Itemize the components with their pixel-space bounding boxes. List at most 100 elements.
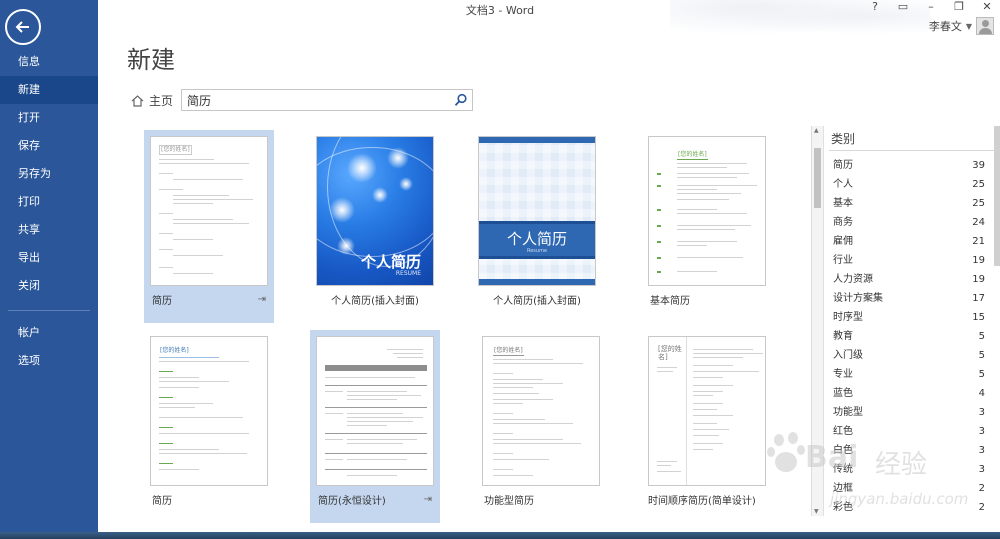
category-item[interactable]: 个人 25 bbox=[825, 175, 995, 194]
template-card[interactable]: [您的姓名] 基本简历 bbox=[642, 130, 772, 323]
help-button[interactable]: ? bbox=[868, 0, 882, 13]
nav-export[interactable]: 导出 bbox=[0, 244, 98, 272]
minimize-button[interactable]: – bbox=[924, 0, 938, 13]
category-scrollbar[interactable]: ▲ ▼ bbox=[812, 126, 824, 516]
template-name: 基本简历 bbox=[650, 296, 690, 307]
cover-title: 个人简历 bbox=[360, 253, 421, 271]
template-thumbnail: [您的姓名] bbox=[150, 136, 268, 286]
backstage-sidebar: 信息 新建 打开 保存 另存为 打印 共享 导出 关闭 帐户 选项 bbox=[0, 0, 98, 532]
scroll-up-icon[interactable]: ▲ bbox=[814, 127, 819, 134]
category-item[interactable]: 行业 19 bbox=[825, 251, 995, 270]
category-count: 3 bbox=[978, 426, 985, 437]
thumb-heading: [您的姓名] bbox=[658, 345, 682, 361]
thumb-heading: [您的姓名] bbox=[493, 347, 524, 356]
template-thumbnail: [您的姓名] bbox=[150, 336, 268, 486]
nav-options[interactable]: 选项 bbox=[0, 347, 98, 375]
template-card[interactable]: 个人简历 Resume 个人简历(插入封面) bbox=[472, 130, 602, 323]
user-name: 李春文 bbox=[928, 20, 962, 33]
category-item[interactable]: 蓝色 4 bbox=[825, 384, 995, 403]
template-card[interactable]: [您的姓名] 简历 bbox=[144, 330, 274, 523]
search-icon[interactable] bbox=[454, 93, 468, 107]
category-count: 5 bbox=[978, 331, 985, 342]
category-count: 39 bbox=[972, 160, 985, 171]
nav-save-as[interactable]: 另存为 bbox=[0, 160, 98, 188]
category-label: 彩色 bbox=[833, 502, 853, 513]
category-title: 类别 bbox=[831, 132, 856, 146]
template-name: 时间顺序简历(简单设计) bbox=[648, 496, 756, 507]
windows-taskbar bbox=[0, 532, 1000, 539]
template-card[interactable]: 个人简历 RESUME 个人简历(插入封面) bbox=[310, 130, 440, 323]
category-item[interactable]: 边框 2 bbox=[825, 479, 995, 498]
category-item[interactable]: 人力资源 19 bbox=[825, 270, 995, 289]
category-count: 4 bbox=[978, 388, 985, 399]
category-count: 17 bbox=[972, 293, 985, 304]
category-count: 2 bbox=[978, 502, 985, 513]
user-account[interactable]: 李春文 ▼ bbox=[929, 17, 994, 35]
template-card[interactable]: [您的姓名] 功能型简历 bbox=[476, 330, 606, 523]
maximize-button[interactable]: ❐ bbox=[952, 0, 966, 13]
category-item[interactable]: 简历 39 bbox=[825, 156, 995, 175]
pin-icon[interactable]: ⇥ bbox=[424, 494, 432, 505]
category-item[interactable]: 商务 24 bbox=[825, 213, 995, 232]
cover-artwork: 个人简历 RESUME bbox=[317, 137, 433, 285]
back-button[interactable] bbox=[5, 9, 41, 45]
nav-account[interactable]: 帐户 bbox=[0, 319, 98, 347]
close-button[interactable]: ✕ bbox=[980, 0, 994, 13]
category-label: 红色 bbox=[833, 426, 853, 437]
category-count: 19 bbox=[972, 274, 985, 285]
scrollbar-thumb[interactable] bbox=[814, 148, 821, 208]
category-item[interactable]: 传统 3 bbox=[825, 460, 995, 479]
template-card[interactable]: [您的姓名] 时间顺序简历(简单设计) bbox=[642, 330, 772, 523]
category-item[interactable]: 入门级 5 bbox=[825, 346, 995, 365]
category-count: 15 bbox=[972, 312, 985, 323]
category-item[interactable]: 教育 5 bbox=[825, 327, 995, 346]
template-thumbnail: [您的姓名] bbox=[648, 136, 766, 286]
scroll-down-icon[interactable]: ▼ bbox=[814, 508, 819, 515]
category-item[interactable]: 红色 3 bbox=[825, 422, 995, 441]
search-box bbox=[181, 89, 473, 111]
search-input[interactable] bbox=[182, 90, 442, 110]
template-name: 简历 bbox=[152, 296, 172, 307]
nav-share[interactable]: 共享 bbox=[0, 216, 98, 244]
category-count: 5 bbox=[978, 369, 985, 380]
category-item[interactable]: 功能型 3 bbox=[825, 403, 995, 422]
category-item[interactable]: 设计方案集 17 bbox=[825, 289, 995, 308]
category-label: 教育 bbox=[833, 331, 853, 342]
category-item[interactable]: 时序型 15 bbox=[825, 308, 995, 327]
pin-icon[interactable]: ⇥ bbox=[258, 294, 266, 305]
template-thumbnail: [您的姓名] bbox=[482, 336, 600, 486]
nav-info[interactable]: 信息 bbox=[0, 48, 98, 76]
category-label: 简历 bbox=[833, 160, 853, 171]
category-panel: ▲ ▼ 类别 简历 39 个人 25 基本 25 商务 24 雇佣 21 行业 19 人力资源 19 设计方… bbox=[811, 126, 1000, 516]
nav-open[interactable]: 打开 bbox=[0, 104, 98, 132]
category-item[interactable]: 彩色 2 bbox=[825, 498, 995, 517]
cover-subtitle: RESUME bbox=[395, 270, 421, 277]
category-label: 专业 bbox=[833, 369, 853, 380]
cover-band: 个人简历 Resume bbox=[479, 221, 595, 259]
category-label: 传统 bbox=[833, 464, 853, 475]
category-item[interactable]: 专业 5 bbox=[825, 365, 995, 384]
category-label: 个人 bbox=[833, 179, 853, 190]
nav-close[interactable]: 关闭 bbox=[0, 272, 98, 300]
category-label: 人力资源 bbox=[833, 274, 873, 285]
category-label: 边框 bbox=[833, 483, 853, 494]
category-label: 基本 bbox=[833, 198, 853, 209]
category-item[interactable]: 白色 3 bbox=[825, 441, 995, 460]
category-count: 24 bbox=[972, 217, 985, 228]
nav-save[interactable]: 保存 bbox=[0, 132, 98, 160]
nav-print[interactable]: 打印 bbox=[0, 188, 98, 216]
window-controls: ? ▭ – ❐ ✕ bbox=[868, 0, 994, 13]
category-item[interactable]: 基本 25 bbox=[825, 194, 995, 213]
category-label: 雇佣 bbox=[833, 236, 853, 247]
category-count: 3 bbox=[978, 464, 985, 475]
thumb-heading: [您的姓名] bbox=[160, 347, 189, 354]
category-item[interactable]: 雇佣 21 bbox=[825, 232, 995, 251]
template-card[interactable]: 简历(永恒设计) ⇥ bbox=[310, 330, 440, 523]
gallery-scrollbar[interactable] bbox=[994, 126, 1000, 266]
category-count: 25 bbox=[972, 179, 985, 190]
ribbon-display-button[interactable]: ▭ bbox=[896, 0, 910, 13]
nav-new[interactable]: 新建 bbox=[0, 76, 98, 104]
category-count: 19 bbox=[972, 255, 985, 266]
template-card[interactable]: [您的姓名] 简历 ⇥ bbox=[144, 130, 274, 323]
home-link[interactable]: 主页 bbox=[131, 92, 173, 109]
